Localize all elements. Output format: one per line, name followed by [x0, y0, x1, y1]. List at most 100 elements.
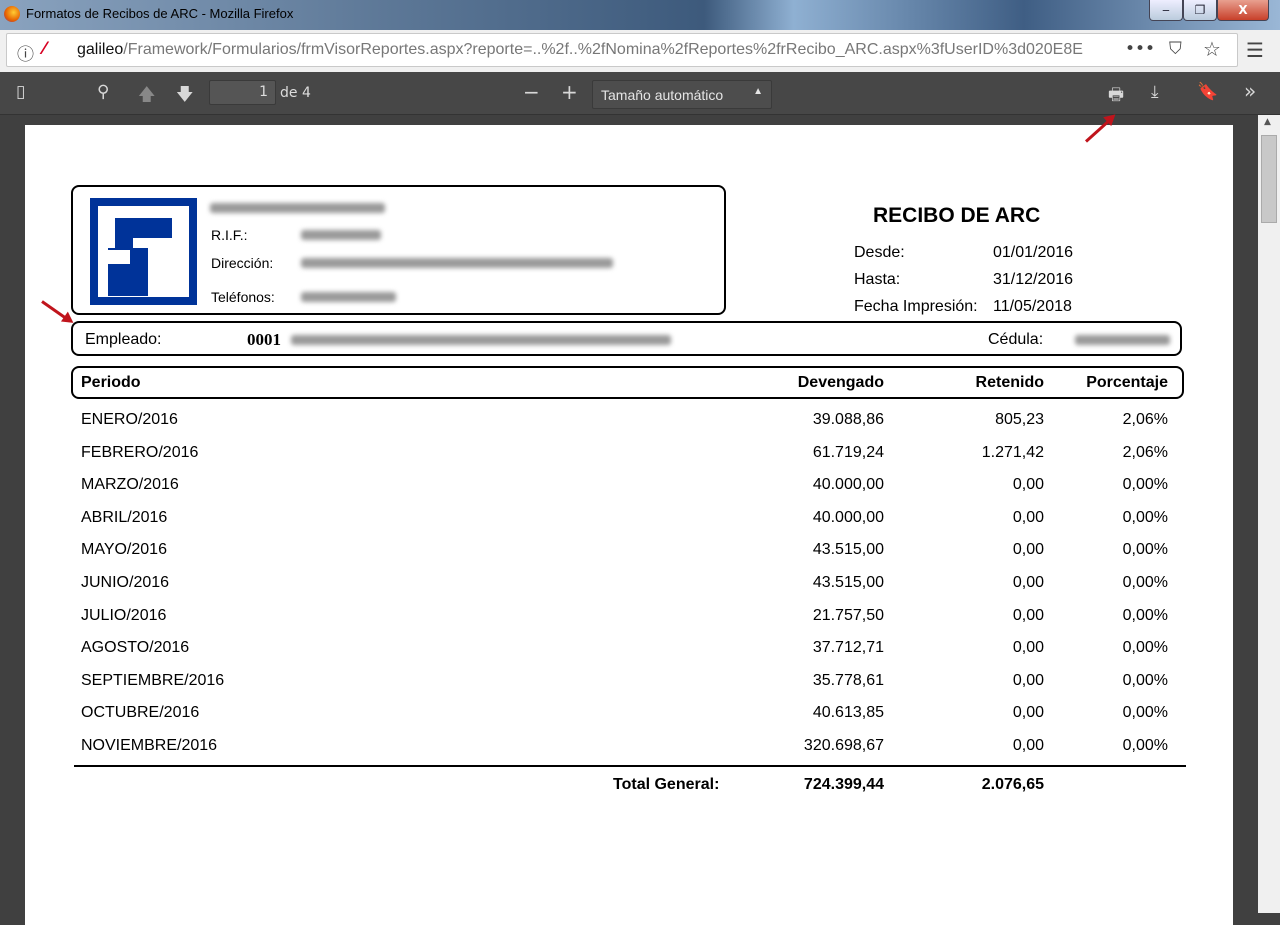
cell-devengado: 39.088,86	[812, 411, 884, 428]
rif-redacted	[301, 230, 381, 240]
cell-retenido: 0,00	[1012, 541, 1044, 559]
header-periodo: Periodo	[81, 374, 141, 391]
address-label: Dirección:	[211, 255, 274, 271]
cell-retenido: 0,00	[1012, 606, 1044, 624]
pdf-page: R.I.F.: Dirección: Teléfonos: RECIBO DE …	[25, 125, 1233, 925]
menu-icon[interactable]: ☰	[1246, 38, 1264, 62]
cell-periodo: JUNIO/2016	[81, 574, 170, 591]
cell-periodo: JULIO/2016	[81, 606, 167, 624]
address-redacted	[301, 258, 613, 268]
close-button[interactable]: X	[1217, 0, 1269, 21]
cell-devengado: 21.757,50	[812, 606, 884, 624]
total-retenido: 2.076,65	[981, 776, 1044, 793]
table-row: ENERO/2016 39.088,86 805,23 2,06%	[25, 411, 1233, 441]
rif-label: R.I.F.:	[211, 227, 248, 243]
previous-page-icon[interactable]: 🡅	[138, 82, 155, 111]
employee-box: Empleado: 0001 Cédula:	[71, 321, 1182, 356]
hasta-value: 31/12/2016	[993, 271, 1074, 288]
cell-devengado: 37.712,71	[812, 639, 884, 657]
window-title: Formatos de Recibos de ARC - Mozilla Fir…	[26, 6, 294, 21]
cell-porcentaje: 0,00%	[1122, 574, 1168, 591]
insecure-lock-icon[interactable]: ⁄	[43, 39, 46, 59]
desde-label: Desde:	[854, 244, 905, 261]
tools-icon[interactable]: »	[1244, 79, 1256, 103]
table-row: OCTUBRE/2016 40.613,85 0,00 0,00%	[25, 704, 1233, 734]
page-actions-icon[interactable]: •••	[1125, 39, 1155, 59]
cedula-label: Cédula:	[988, 331, 1044, 348]
pdf-toolbar: ▯ ⚲ 🡅 🡇 1 de 4 − + Tamaño automático ▲ 🖶 …	[0, 72, 1280, 115]
cell-periodo: SEPTIEMBRE/2016	[81, 671, 225, 689]
bookmark-icon[interactable]: 🔖	[1197, 82, 1218, 102]
cell-retenido: 1.271,42	[981, 443, 1044, 461]
cell-devengado: 61.719,24	[812, 443, 884, 461]
header-devengado: Devengado	[797, 374, 884, 391]
table-row: AGOSTO/2016 37.712,71 0,00 0,00%	[25, 639, 1233, 669]
phone-label: Teléfonos:	[211, 289, 275, 305]
cell-periodo: MAYO/2016	[81, 541, 167, 559]
bookmark-star-icon[interactable]: ☆	[1203, 37, 1221, 61]
cell-porcentaje: 0,00%	[1122, 508, 1168, 526]
cell-devengado: 35.778,61	[812, 671, 884, 689]
scroll-up-icon[interactable]: ▲	[1264, 117, 1271, 127]
cell-retenido: 0,00	[1012, 671, 1044, 689]
cell-periodo: FEBRERO/2016	[81, 443, 199, 461]
cell-retenido: 0,00	[1012, 737, 1044, 754]
zoom-out-icon[interactable]: −	[523, 80, 540, 104]
cell-devengado: 40.613,85	[812, 704, 884, 722]
hasta-label: Hasta:	[854, 271, 901, 288]
cell-devengado: 43.515,00	[812, 541, 884, 559]
print-date-label: Fecha Impresión:	[854, 298, 978, 315]
print-icon[interactable]: 🖶	[1108, 82, 1124, 111]
table-row: JULIO/2016 21.757,50 0,00 0,00%	[25, 607, 1233, 637]
table-row: SEPTIEMBRE/2016 35.778,61 0,00 0,00%	[25, 672, 1233, 702]
next-page-icon[interactable]: 🡇	[176, 82, 193, 111]
firefox-logo-icon	[4, 6, 20, 22]
print-date-value: 11/05/2018	[993, 298, 1072, 315]
cell-porcentaje: 0,00%	[1122, 737, 1168, 754]
cell-porcentaje: 0,00%	[1122, 606, 1168, 624]
download-icon[interactable]: ⤓	[1151, 82, 1159, 102]
zoom-select[interactable]: Tamaño automático ▲	[592, 80, 772, 109]
cell-retenido: 0,00	[1012, 508, 1044, 526]
cell-porcentaje: 2,06%	[1122, 411, 1168, 428]
sidebar-toggle-icon[interactable]: ▯	[16, 82, 25, 102]
cell-devengado: 40.000,00	[812, 508, 884, 526]
url-text[interactable]: galileo/Framework/Formularios/frmVisorRe…	[77, 41, 1117, 59]
vertical-scrollbar[interactable]: ▲	[1258, 115, 1280, 913]
zoom-in-icon[interactable]: +	[561, 80, 578, 104]
company-name-redacted	[210, 203, 385, 213]
cell-periodo: ABRIL/2016	[81, 508, 168, 526]
cedula-redacted	[1075, 335, 1170, 345]
minimize-button[interactable]: ‒	[1149, 0, 1183, 21]
cell-periodo: AGOSTO/2016	[81, 639, 190, 657]
total-devengado: 724.399,44	[803, 776, 884, 793]
header-retenido: Retenido	[975, 374, 1044, 391]
table-row: NOVIEMBRE/2016 320.698,67 0,00 0,00%	[25, 737, 1233, 767]
cell-retenido: 805,23	[995, 411, 1044, 428]
cell-porcentaje: 0,00%	[1122, 671, 1168, 689]
page-number-input[interactable]: 1	[209, 80, 276, 105]
cell-porcentaje: 0,00%	[1122, 704, 1168, 722]
desde-value: 01/01/2016	[993, 244, 1074, 261]
pocket-icon[interactable]: ⛉	[1169, 39, 1182, 59]
url-field[interactable]: ⓘ ⁄ galileo/Framework/Formularios/frmVis…	[6, 33, 1238, 67]
table-row: MARZO/2016 40.000,00 0,00 0,00%	[25, 476, 1233, 506]
cell-devengado: 43.515,00	[812, 574, 884, 591]
phone-redacted	[301, 292, 396, 302]
cell-retenido: 0,00	[1012, 639, 1044, 657]
employee-code: 0001	[247, 330, 281, 349]
total-label: Total General:	[613, 776, 720, 793]
cell-porcentaje: 2,06%	[1122, 443, 1168, 461]
maximize-button[interactable]: ❐	[1183, 0, 1217, 21]
navigation-bar: ⓘ ⁄ galileo/Framework/Formularios/frmVis…	[0, 30, 1280, 72]
cell-porcentaje: 0,00%	[1122, 639, 1168, 657]
cell-retenido: 0,00	[1012, 704, 1044, 722]
company-box: R.I.F.: Dirección: Teléfonos:	[71, 185, 726, 315]
scrollbar-thumb[interactable]	[1261, 135, 1277, 223]
cell-periodo: MARZO/2016	[81, 476, 179, 494]
cell-porcentaje: 0,00%	[1122, 541, 1168, 559]
header-porcentaje: Porcentaje	[1086, 374, 1168, 391]
company-logo	[90, 198, 197, 305]
search-icon[interactable]: ⚲	[97, 82, 109, 102]
info-icon[interactable]: ⓘ	[17, 40, 34, 65]
